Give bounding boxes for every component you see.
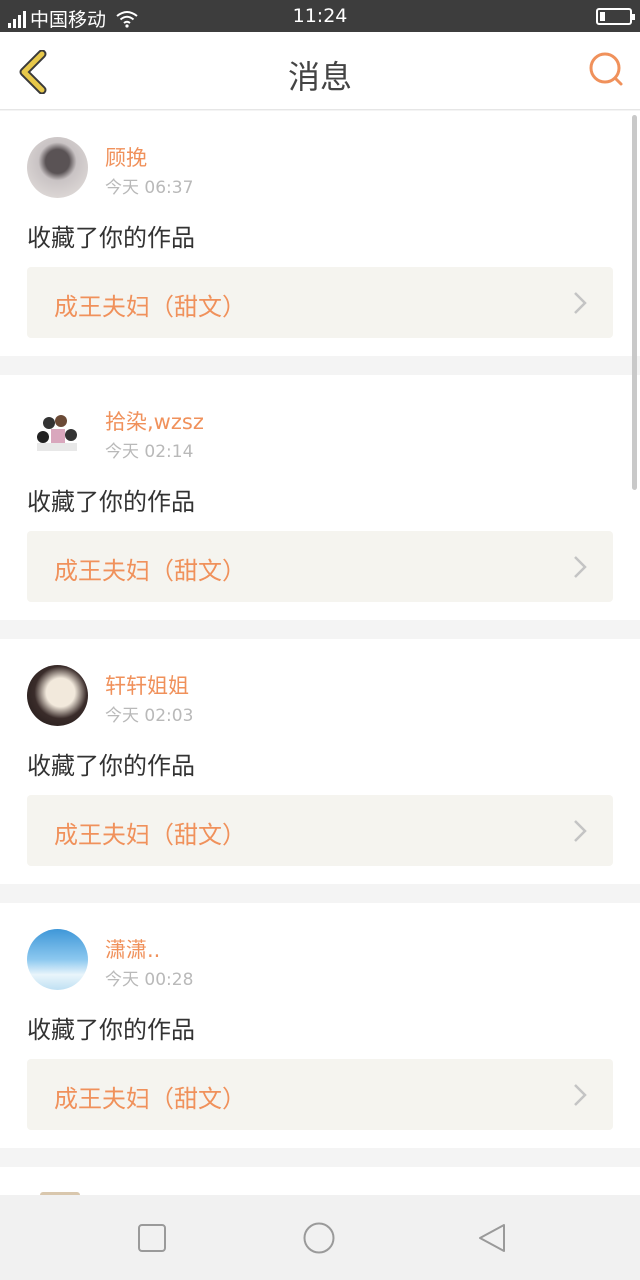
message-card: 轩轩姐姐 今天 02:03 收藏了你的作品 成王夫妇（甜文）: [0, 639, 640, 884]
user-name[interactable]: 拾染,wzsz: [105, 406, 204, 436]
avatar[interactable]: [27, 665, 88, 726]
work-title: 成王夫妇（甜文）: [54, 557, 246, 585]
message-card: 顾挽 今天 06:37 收藏了你的作品 成王夫妇（甜文）: [0, 111, 640, 356]
message-feed[interactable]: 顾挽 今天 06:37 收藏了你的作品 成王夫妇（甜文） 拾染,wzsz 今天 …: [0, 111, 640, 1195]
battery-icon: [596, 8, 635, 25]
chevron-right-icon: [574, 820, 587, 842]
navigation-bar: 消息: [0, 32, 640, 110]
message-card: 潇潇.. 今天 00:28 收藏了你的作品 成王夫妇（甜文）: [0, 903, 640, 1148]
work-link[interactable]: 成王夫妇（甜文）: [27, 1059, 613, 1130]
scrollbar[interactable]: [632, 115, 637, 490]
chevron-right-icon: [574, 292, 587, 314]
avatar[interactable]: [27, 137, 88, 198]
user-name[interactable]: 潇潇..: [105, 934, 160, 964]
avatar[interactable]: [27, 401, 88, 462]
work-link[interactable]: 成王夫妇（甜文）: [27, 531, 613, 602]
message-card: 拾染,wzsz 今天 02:14 收藏了你的作品 成王夫妇（甜文）: [0, 375, 640, 620]
work-title: 成王夫妇（甜文）: [54, 293, 246, 321]
chevron-right-icon: [574, 1084, 587, 1106]
avatar[interactable]: [27, 929, 88, 990]
message-time: 今天 00:28: [105, 970, 194, 990]
message-card-partial: [0, 1167, 640, 1195]
message-time: 今天 02:14: [105, 442, 194, 462]
system-navigation-bar: [0, 1195, 640, 1280]
status-time: 11:24: [292, 5, 348, 27]
message-time: 今天 06:37: [105, 178, 194, 198]
triangle-back-icon[interactable]: [476, 1222, 508, 1254]
work-title: 成王夫妇（甜文）: [54, 1085, 246, 1113]
status-bar: 中国移动 11:24: [0, 0, 640, 32]
circle-icon[interactable]: [303, 1222, 335, 1254]
work-title: 成王夫妇（甜文）: [54, 821, 246, 849]
page-title: 消息: [287, 58, 352, 96]
message-time: 今天 02:03: [105, 706, 194, 726]
action-text: 收藏了你的作品: [27, 488, 195, 516]
action-text: 收藏了你的作品: [27, 224, 195, 252]
chevron-right-icon: [574, 556, 587, 578]
user-name[interactable]: 轩轩姐姐: [105, 670, 189, 700]
square-icon[interactable]: [136, 1222, 168, 1254]
work-link[interactable]: 成王夫妇（甜文）: [27, 795, 613, 866]
user-name[interactable]: 顾挽: [105, 142, 147, 172]
work-link[interactable]: 成王夫妇（甜文）: [27, 267, 613, 338]
search-icon[interactable]: [586, 50, 626, 90]
action-text: 收藏了你的作品: [27, 1016, 195, 1044]
action-text: 收藏了你的作品: [27, 752, 195, 780]
